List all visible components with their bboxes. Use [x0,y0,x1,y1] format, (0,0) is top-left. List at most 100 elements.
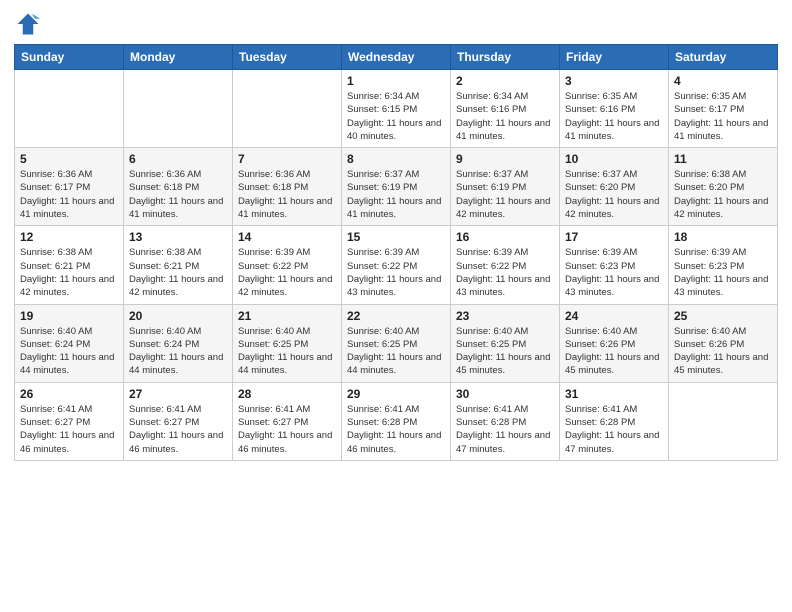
day-number: 24 [565,309,663,323]
day-number: 30 [456,387,554,401]
calendar-cell: 14 Sunrise: 6:39 AM Sunset: 6:22 PM Dayli… [233,226,342,304]
day-number: 31 [565,387,663,401]
day-number: 22 [347,309,445,323]
calendar-week-3: 12Sunrise: 6:38 AM Sunset: 6:21 PM Dayli… [15,226,778,304]
calendar-cell: 19 Sunrise: 6:40 AM Sunset: 6:24 PM Dayli… [15,304,124,382]
day-info: Sunrise: 6:41 AM Sunset: 6:28 PM Dayligh… [565,403,663,456]
day-info: Sunrise: 6:41 AM Sunset: 6:27 PM Dayligh… [20,403,118,456]
calendar-cell: 22 Sunrise: 6:40 AM Sunset: 6:25 PM Dayli… [342,304,451,382]
day-info: Sunrise: 6:39 AM Sunset: 6:23 PM Dayligh… [674,246,772,299]
day-info: Sunrise: 6:39 AM Sunset: 6:23 PM Dayligh… [565,246,663,299]
day-number: 20 [129,309,227,323]
day-number: 26 [20,387,118,401]
day-number: 19 [20,309,118,323]
day-info: Sunrise: 6:38 AM Sunset: 6:21 PM Dayligh… [20,246,118,299]
day-info: Sunrise: 6:34 AM Sunset: 6:16 PM Dayligh… [456,90,554,143]
calendar-cell: 6 Sunrise: 6:36 AM Sunset: 6:18 PM Daylig… [124,148,233,226]
calendar-cell: 5 Sunrise: 6:36 AM Sunset: 6:17 PM Daylig… [15,148,124,226]
calendar-table: SundayMondayTuesdayWednesdayThursdayFrid… [14,44,778,461]
day-info: Sunrise: 6:34 AM Sunset: 6:15 PM Dayligh… [347,90,445,143]
calendar-cell: 31 Sunrise: 6:41 AM Sunset: 6:28 PM Dayli… [560,382,669,460]
calendar-cell: 13 Sunrise: 6:38 AM Sunset: 6:21 PM Dayli… [124,226,233,304]
day-info: Sunrise: 6:40 AM Sunset: 6:24 PM Dayligh… [20,325,118,378]
calendar-cell: 26 Sunrise: 6:41 AM Sunset: 6:27 PM Dayli… [15,382,124,460]
day-info: Sunrise: 6:36 AM Sunset: 6:17 PM Dayligh… [20,168,118,221]
day-number: 15 [347,230,445,244]
day-info: Sunrise: 6:40 AM Sunset: 6:25 PM Dayligh… [347,325,445,378]
day-info: Sunrise: 6:38 AM Sunset: 6:20 PM Dayligh… [674,168,772,221]
calendar-cell: 23 Sunrise: 6:40 AM Sunset: 6:25 PM Dayli… [451,304,560,382]
day-info: Sunrise: 6:37 AM Sunset: 6:20 PM Dayligh… [565,168,663,221]
day-info: Sunrise: 6:36 AM Sunset: 6:18 PM Dayligh… [238,168,336,221]
calendar-week-4: 19 Sunrise: 6:40 AM Sunset: 6:24 PM Dayli… [15,304,778,382]
calendar-cell: 20Sunrise: 6:40 AM Sunset: 6:24 PM Dayli… [124,304,233,382]
day-of-week-monday: Monday [124,45,233,70]
day-info: Sunrise: 6:41 AM Sunset: 6:28 PM Dayligh… [456,403,554,456]
day-info: Sunrise: 6:41 AM Sunset: 6:27 PM Dayligh… [238,403,336,456]
day-of-week-sunday: Sunday [15,45,124,70]
day-of-week-saturday: Saturday [669,45,778,70]
day-number: 1 [347,74,445,88]
day-number: 6 [129,152,227,166]
day-info: Sunrise: 6:40 AM Sunset: 6:26 PM Dayligh… [565,325,663,378]
calendar-cell: 15 Sunrise: 6:39 AM Sunset: 6:22 PM Dayli… [342,226,451,304]
day-info: Sunrise: 6:39 AM Sunset: 6:22 PM Dayligh… [347,246,445,299]
day-number: 16 [456,230,554,244]
day-number: 8 [347,152,445,166]
day-info: Sunrise: 6:40 AM Sunset: 6:26 PM Dayligh… [674,325,772,378]
calendar-cell: 2 Sunrise: 6:34 AM Sunset: 6:16 PM Daylig… [451,70,560,148]
calendar-cell: 3 Sunrise: 6:35 AM Sunset: 6:16 PM Daylig… [560,70,669,148]
day-number: 25 [674,309,772,323]
day-number: 17 [565,230,663,244]
day-of-week-friday: Friday [560,45,669,70]
calendar-week-1: 1 Sunrise: 6:34 AM Sunset: 6:15 PM Daylig… [15,70,778,148]
day-number: 10 [565,152,663,166]
day-of-week-tuesday: Tuesday [233,45,342,70]
calendar-cell: 16 Sunrise: 6:39 AM Sunset: 6:22 PM Dayli… [451,226,560,304]
day-number: 14 [238,230,336,244]
calendar-cell: 29Sunrise: 6:41 AM Sunset: 6:28 PM Dayli… [342,382,451,460]
calendar-cell: 9 Sunrise: 6:37 AM Sunset: 6:19 PM Daylig… [451,148,560,226]
day-info: Sunrise: 6:36 AM Sunset: 6:18 PM Dayligh… [129,168,227,221]
day-number: 21 [238,309,336,323]
calendar-cell: 28Sunrise: 6:41 AM Sunset: 6:27 PM Dayli… [233,382,342,460]
day-number: 5 [20,152,118,166]
header [14,10,778,38]
day-number: 7 [238,152,336,166]
calendar-cell: 7 Sunrise: 6:36 AM Sunset: 6:18 PM Daylig… [233,148,342,226]
calendar-cell [15,70,124,148]
day-of-week-wednesday: Wednesday [342,45,451,70]
day-number: 3 [565,74,663,88]
day-number: 4 [674,74,772,88]
logo-icon [14,10,42,38]
calendar-cell: 17 Sunrise: 6:39 AM Sunset: 6:23 PM Dayli… [560,226,669,304]
day-info: Sunrise: 6:35 AM Sunset: 6:16 PM Dayligh… [565,90,663,143]
page: SundayMondayTuesdayWednesdayThursdayFrid… [0,0,792,612]
calendar-week-5: 26 Sunrise: 6:41 AM Sunset: 6:27 PM Dayli… [15,382,778,460]
day-info: Sunrise: 6:39 AM Sunset: 6:22 PM Dayligh… [238,246,336,299]
day-number: 27 [129,387,227,401]
day-info: Sunrise: 6:35 AM Sunset: 6:17 PM Dayligh… [674,90,772,143]
day-number: 13 [129,230,227,244]
day-info: Sunrise: 6:39 AM Sunset: 6:22 PM Dayligh… [456,246,554,299]
calendar-header-row: SundayMondayTuesdayWednesdayThursdayFrid… [15,45,778,70]
day-number: 23 [456,309,554,323]
calendar-cell: 18 Sunrise: 6:39 AM Sunset: 6:23 PM Dayli… [669,226,778,304]
calendar-cell: 12Sunrise: 6:38 AM Sunset: 6:21 PM Dayli… [15,226,124,304]
calendar-cell: 8Sunrise: 6:37 AM Sunset: 6:19 PM Daylig… [342,148,451,226]
calendar-cell [233,70,342,148]
day-number: 2 [456,74,554,88]
calendar-cell: 25 Sunrise: 6:40 AM Sunset: 6:26 PM Dayli… [669,304,778,382]
day-of-week-thursday: Thursday [451,45,560,70]
day-info: Sunrise: 6:38 AM Sunset: 6:21 PM Dayligh… [129,246,227,299]
calendar-cell: 27 Sunrise: 6:41 AM Sunset: 6:27 PM Dayli… [124,382,233,460]
day-info: Sunrise: 6:41 AM Sunset: 6:27 PM Dayligh… [129,403,227,456]
calendar-week-2: 5 Sunrise: 6:36 AM Sunset: 6:17 PM Daylig… [15,148,778,226]
calendar-cell: 21Sunrise: 6:40 AM Sunset: 6:25 PM Dayli… [233,304,342,382]
day-info: Sunrise: 6:40 AM Sunset: 6:25 PM Dayligh… [456,325,554,378]
calendar-cell: 24 Sunrise: 6:40 AM Sunset: 6:26 PM Dayli… [560,304,669,382]
calendar-cell: 30 Sunrise: 6:41 AM Sunset: 6:28 PM Dayli… [451,382,560,460]
day-number: 18 [674,230,772,244]
day-number: 9 [456,152,554,166]
day-info: Sunrise: 6:37 AM Sunset: 6:19 PM Dayligh… [456,168,554,221]
